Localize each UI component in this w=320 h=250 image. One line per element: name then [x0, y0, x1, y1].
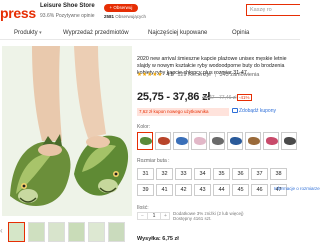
minus-icon[interactable]: −	[138, 213, 148, 219]
size-option[interactable]: 35	[213, 168, 230, 180]
header: press Leisure Shoe Store 93.6% Pozytywne…	[0, 0, 300, 28]
color-label: Kolor:	[137, 124, 151, 130]
size-option[interactable]: 38	[270, 168, 287, 180]
rating-value: 4.8	[166, 72, 174, 78]
star-rating-icon: ★★★★★	[137, 72, 163, 78]
size-option[interactable]: 39	[137, 184, 154, 196]
color-swatch[interactable]	[173, 132, 189, 150]
stock-note: Dostępny 4161 szt.	[173, 216, 212, 221]
get-coupons-label: Zdobądź kupony	[239, 108, 276, 114]
swatch-image	[230, 137, 242, 145]
original-price: 40,87 - 77,46 zł	[202, 95, 237, 101]
follow-button[interactable]: + Obserwuj	[104, 4, 138, 12]
swatch-image	[212, 137, 224, 145]
color-swatch[interactable]	[227, 132, 243, 150]
thumbnail[interactable]	[108, 222, 125, 242]
swatch-image	[140, 137, 152, 145]
reviews-link[interactable]: 129 Recenzje	[177, 72, 211, 78]
size-option[interactable]: 34	[194, 168, 211, 180]
thumbnail[interactable]	[68, 222, 85, 242]
thumbnail[interactable]	[28, 222, 45, 242]
followers-number: 2581	[104, 14, 115, 19]
store-rating: 93.6% Pozytywne opinie	[40, 13, 95, 19]
quantity-label: Ilość:	[137, 205, 149, 211]
size-option[interactable]: 43	[194, 184, 211, 196]
thumbnail-strip: ‹	[0, 222, 135, 244]
size-option[interactable]: 45	[232, 184, 249, 196]
plus-icon[interactable]: +	[160, 213, 170, 219]
color-swatch[interactable]	[263, 132, 279, 150]
size-info-link[interactable]: Informacje o rozmiarze	[274, 186, 320, 191]
swatch-image	[176, 137, 188, 145]
rating-summary: ★★★★★ 4.8 129 Recenzje 343 zamówienia	[137, 72, 259, 78]
swatch-image	[248, 137, 260, 145]
size-option[interactable]: 44	[213, 184, 230, 196]
size-option[interactable]: 32	[156, 168, 173, 180]
color-swatch[interactable]	[155, 132, 171, 150]
thumbnail[interactable]	[88, 222, 105, 242]
color-swatch[interactable]	[281, 132, 297, 150]
nav-bestsellers[interactable]: Najczęściej kupowane	[148, 30, 207, 36]
color-swatches	[137, 132, 300, 152]
site-logo[interactable]: press	[0, 5, 36, 21]
get-coupons-link[interactable]: Zdobądź kupony	[232, 108, 276, 114]
size-option[interactable]: 42	[175, 184, 192, 196]
fish-slipper-illustration	[2, 46, 132, 216]
store-name[interactable]: Leisure Shoe Store	[40, 3, 95, 9]
swatch-image	[266, 137, 278, 145]
coupon-icon	[232, 108, 238, 114]
swatch-image	[158, 137, 170, 145]
followers-label: Obserwujących	[115, 14, 147, 19]
chevron-left-icon[interactable]: ‹	[0, 226, 3, 235]
color-swatch[interactable]	[245, 132, 261, 150]
thumbnail[interactable]	[48, 222, 65, 242]
followers-count: 2581 Obserwujących	[104, 14, 146, 19]
swatch-image	[194, 137, 206, 145]
shipping-cost: Wysyłka: 6,75 zł	[137, 236, 179, 242]
store-nav: Produkty Wyprzedaż przedmiotów Najczęści…	[0, 28, 300, 40]
color-swatch[interactable]	[209, 132, 225, 150]
size-option[interactable]: 31	[137, 168, 154, 180]
size-option[interactable]: 33	[175, 168, 192, 180]
product-price: 25,75 - 37,86 zł	[137, 91, 211, 103]
size-option[interactable]: 46	[251, 184, 268, 196]
size-label: Rozmiar buta :	[137, 158, 170, 164]
color-swatch[interactable]	[137, 132, 153, 150]
quantity-note: Dodatkowe 3% zniżki (2 lub więcej) Dostę…	[173, 211, 244, 221]
size-option[interactable]: 41	[156, 184, 173, 196]
search-input[interactable]: Kaszę ro	[246, 4, 300, 16]
color-swatch[interactable]	[191, 132, 207, 150]
quantity-value[interactable]: 1	[149, 213, 159, 219]
product-main-image[interactable]	[2, 46, 132, 216]
size-option[interactable]: 37	[251, 168, 268, 180]
size-option[interactable]: 36	[232, 168, 249, 180]
swatch-image	[284, 137, 296, 145]
thumbnail[interactable]	[8, 222, 25, 242]
nav-reviews[interactable]: Opinia	[232, 30, 249, 36]
divider	[215, 72, 217, 78]
orders-count: 343 zamówienia	[219, 72, 260, 78]
quantity-stepper[interactable]: − 1 +	[137, 212, 170, 220]
discount-badge: -41%	[237, 94, 252, 101]
new-user-coupon[interactable]: 7,62 zł kupon nowego użytkownika	[137, 108, 229, 116]
nav-clearance[interactable]: Wyprzedaż przedmiotów	[63, 30, 129, 36]
nav-products[interactable]: Produkty	[14, 30, 42, 36]
